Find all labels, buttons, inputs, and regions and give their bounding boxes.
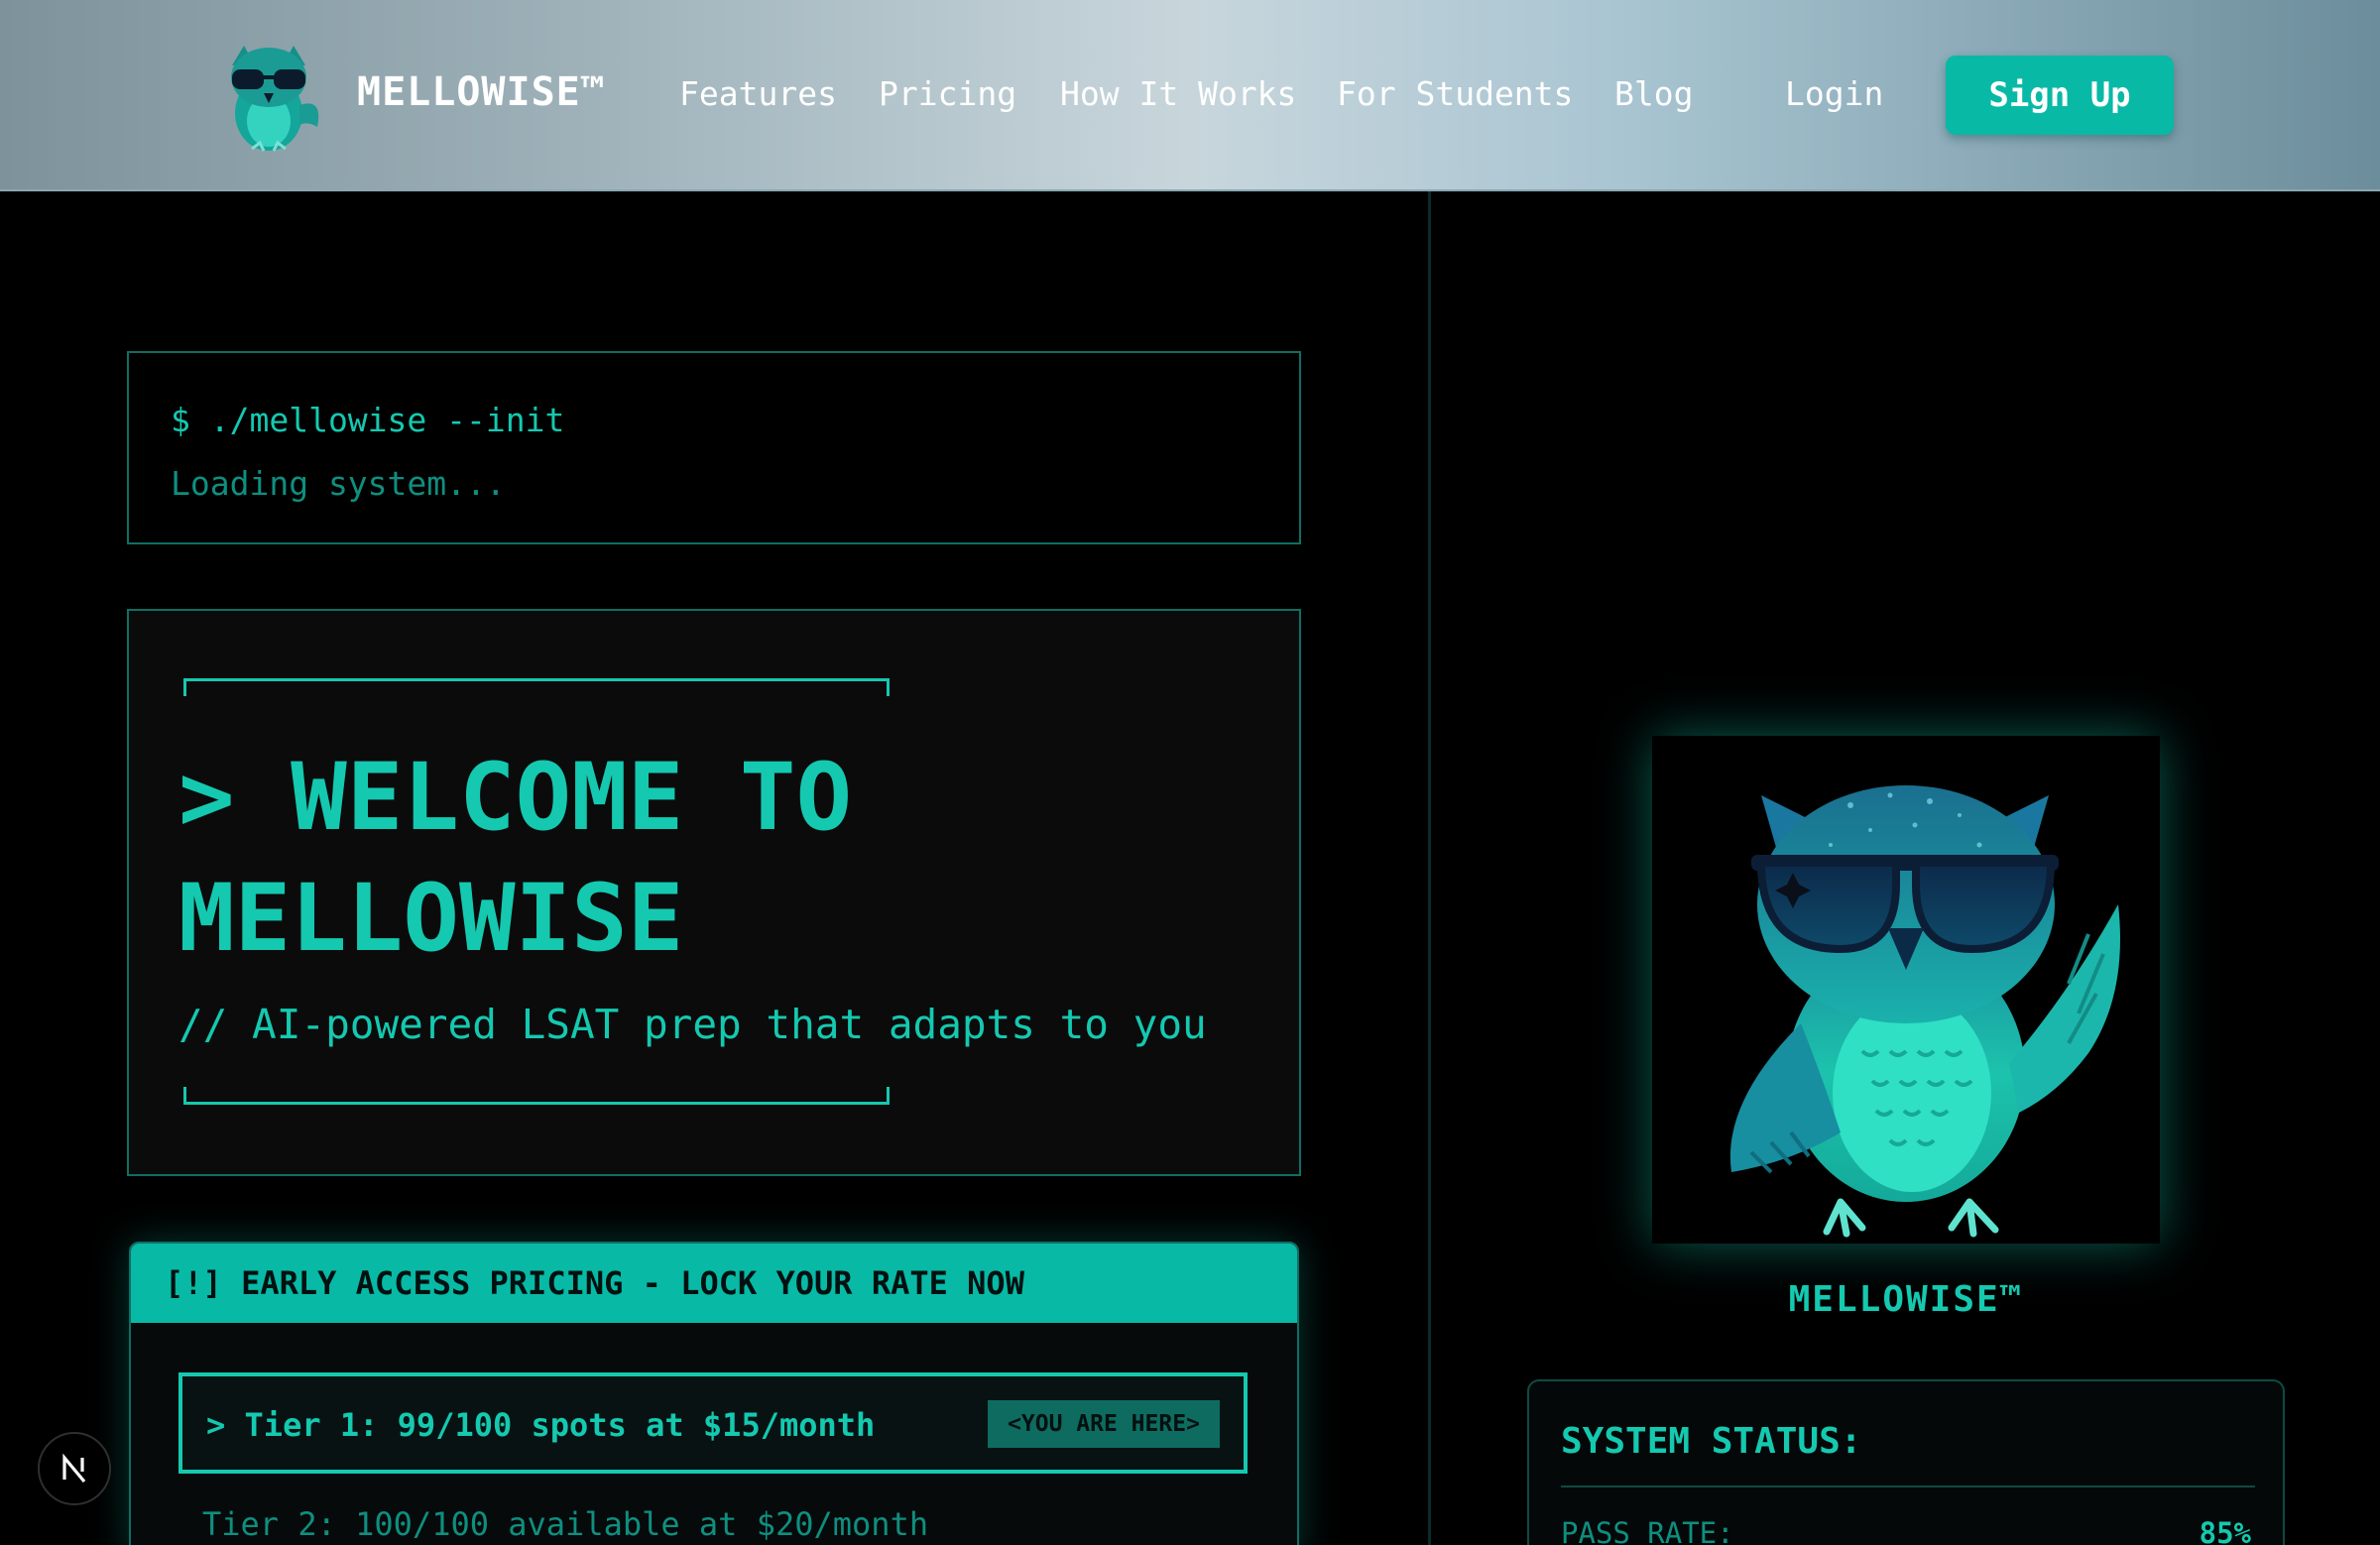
system-status-panel: SYSTEM STATUS: PASS_RATE: 85% [1527, 1379, 2285, 1545]
mascot-caption: MELLOWISE™ [1788, 1279, 2024, 1320]
status-value-pass-rate: 85% [2199, 1516, 2251, 1545]
status-key-pass-rate: PASS_RATE: [1561, 1516, 1734, 1545]
early-access-pricing-panel: [!] EARLY ACCESS PRICING - LOCK YOUR RAT… [129, 1242, 1299, 1545]
nextjs-icon[interactable] [38, 1432, 111, 1505]
owl-mascot-icon [1652, 736, 2160, 1244]
status-divider [1561, 1486, 2255, 1487]
you-are-here-badge: <YOU ARE HERE> [988, 1400, 1220, 1448]
hero-title-line-2: MELLOWISE [178, 865, 684, 973]
pricing-tier-2[interactable]: Tier 2: 100/100 available at $20/month [202, 1505, 928, 1543]
pricing-tier-1[interactable]: > Tier 1: 99/100 spots at $15/month <YOU… [178, 1372, 1248, 1474]
login-link[interactable]: Login [1785, 74, 1883, 113]
nav-link-blog[interactable]: Blog [1614, 74, 1693, 113]
terminal-command: $ ./mellowise --init [171, 401, 565, 439]
hero-title-line-1: > WELCOME TO [178, 744, 853, 852]
system-status-title: SYSTEM STATUS: [1561, 1421, 1862, 1462]
nav-link-features[interactable]: Features [679, 74, 837, 113]
tier-1-label: > Tier 1: 99/100 spots at $15/month [206, 1406, 876, 1444]
hero-subtitle: // AI-powered LSAT prep that adapts to y… [178, 1001, 1207, 1048]
top-navigation-bar: MELLOWISE™ Features Pricing How It Works… [0, 0, 2380, 191]
nav-link-for-students[interactable]: For Students [1337, 74, 1573, 113]
owl-logo-icon[interactable] [212, 36, 325, 157]
nav-link-how-it-works[interactable]: How It Works [1060, 74, 1296, 113]
bracket-top-decoration [183, 678, 890, 696]
pricing-header: [!] EARLY ACCESS PRICING - LOCK YOUR RAT… [131, 1244, 1297, 1323]
column-divider [1428, 191, 1431, 1545]
sign-up-button[interactable]: Sign Up [1946, 56, 2174, 135]
nav-link-pricing[interactable]: Pricing [879, 74, 1016, 113]
welcome-hero-box: > WELCOME TO MELLOWISE // AI-powered LSA… [127, 609, 1301, 1176]
hero-title: > WELCOME TO MELLOWISE [178, 738, 1269, 980]
bracket-bottom-decoration [183, 1087, 890, 1105]
terminal-init-box: $ ./mellowise --init Loading system... [127, 351, 1301, 544]
terminal-loading-text: Loading system... [171, 464, 506, 503]
brand-name[interactable]: MELLOWISE™ [357, 69, 606, 115]
